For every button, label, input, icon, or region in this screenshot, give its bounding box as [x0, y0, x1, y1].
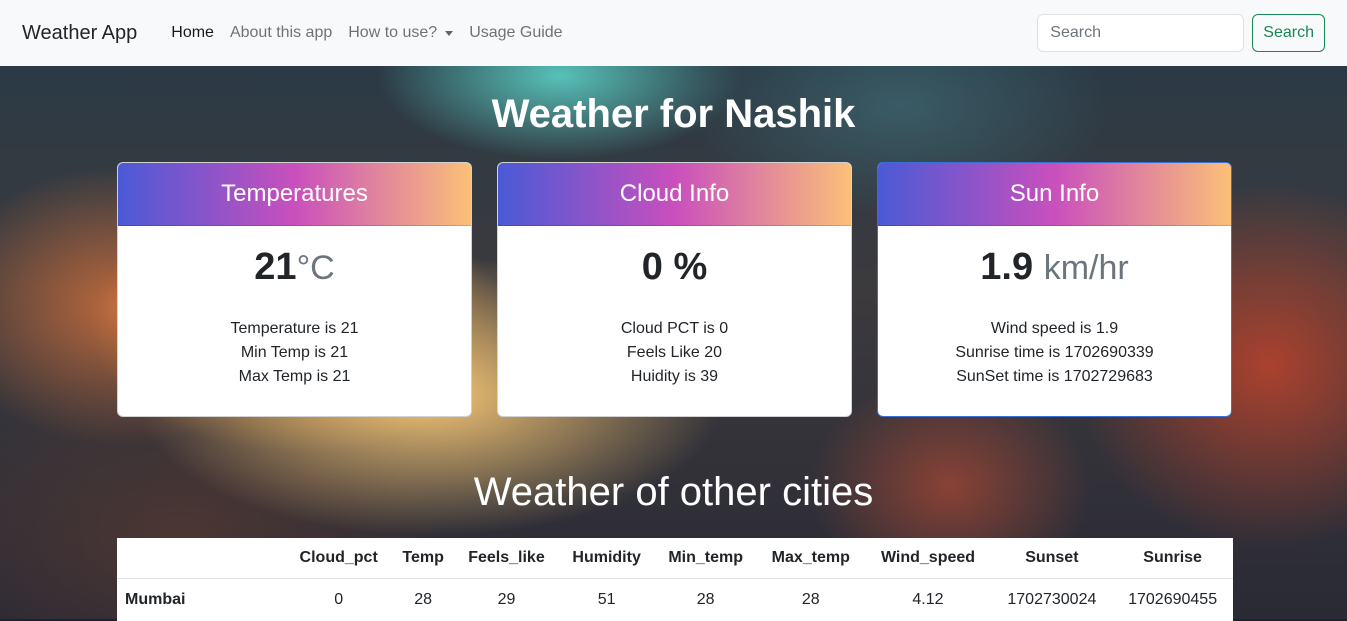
detail-line: Temperature is 21 [118, 317, 471, 341]
detail-line: Sunrise time is 1702690339 [878, 341, 1231, 365]
detail-line: Min Temp is 21 [118, 341, 471, 365]
column-header: Sunset [992, 538, 1113, 579]
chevron-down-icon [445, 31, 453, 36]
table-cell: 28 [654, 579, 757, 621]
nav-home[interactable]: Home [171, 24, 214, 42]
detail-line: Huidity is 39 [498, 365, 851, 389]
search-button[interactable]: Search [1252, 14, 1325, 52]
card-details: Cloud PCT is 0 Feels Like 20 Huidity is … [498, 317, 851, 389]
unit: km/hr [1044, 249, 1129, 287]
detail-line: Feels Like 20 [498, 341, 851, 365]
card-details: Wind speed is 1.9 Sunrise time is 170269… [878, 317, 1231, 389]
nav-about[interactable]: About this app [230, 24, 332, 42]
card-details: Temperature is 21 Min Temp is 21 Max Tem… [118, 317, 471, 389]
table-cell: 1702690455 [1112, 579, 1233, 621]
column-header [117, 538, 285, 579]
column-header: Cloud_pct [285, 538, 392, 579]
nav-how-to-use-label: How to use? [348, 24, 437, 42]
search-form: Search [1037, 14, 1325, 52]
main-value: 0 % [642, 246, 707, 288]
column-header: Temp [392, 538, 454, 579]
column-header: Max_temp [757, 538, 864, 579]
main-value: 1.9 [980, 246, 1033, 288]
nav-how-to-use-dropdown[interactable]: How to use? [348, 24, 453, 42]
card-main-value: 0 % [498, 246, 851, 294]
brand-link[interactable]: Weather App [22, 22, 137, 45]
column-header: Wind_speed [864, 538, 991, 579]
table-header-row: Cloud_pct Temp Feels_like Humidity Min_t… [117, 538, 1233, 579]
detail-line: Wind speed is 1.9 [878, 317, 1231, 341]
card-header: Temperatures [118, 163, 471, 226]
detail-line: SunSet time is 1702729683 [878, 365, 1231, 389]
cloud-info-card: Cloud Info 0 % Cloud PCT is 0 Feels Like… [497, 162, 852, 417]
column-header: Humidity [559, 538, 654, 579]
sun-info-card: Sun Info 1.9 km/hr Wind speed is 1.9 Sun… [877, 162, 1232, 417]
cities-table: Cloud_pct Temp Feels_like Humidity Min_t… [117, 538, 1233, 621]
page-title: Weather for Nashik [0, 92, 1347, 137]
table-cell: 29 [454, 579, 559, 621]
temperatures-card: Temperatures 21°C Temperature is 21 Min … [117, 162, 472, 417]
nav-usage-guide[interactable]: Usage Guide [469, 24, 562, 42]
card-header: Cloud Info [498, 163, 851, 226]
detail-line: Cloud PCT is 0 [498, 317, 851, 341]
navbar: Weather App Home About this app How to u… [0, 0, 1347, 66]
table-cell: 28 [392, 579, 454, 621]
main-value: 21 [254, 246, 296, 288]
unit: °C [297, 249, 335, 287]
section-title: Weather of other cities [0, 470, 1347, 515]
column-header: Sunrise [1112, 538, 1233, 579]
column-header: Feels_like [454, 538, 559, 579]
table-cell: 4.12 [864, 579, 991, 621]
table-cell: 28 [757, 579, 864, 621]
search-input[interactable] [1037, 14, 1244, 52]
city-cell: Mumbai [117, 579, 285, 621]
detail-line: Max Temp is 21 [118, 365, 471, 389]
column-header: Min_temp [654, 538, 757, 579]
card-main-value: 1.9 km/hr [878, 246, 1231, 294]
table-cell: 0 [285, 579, 392, 621]
table-cell: 51 [559, 579, 654, 621]
table-cell: 1702730024 [992, 579, 1113, 621]
card-main-value: 21°C [118, 246, 471, 294]
card-header: Sun Info [878, 163, 1231, 226]
table-row: Mumbai 0 28 29 51 28 28 4.12 1702730024 … [117, 579, 1233, 621]
